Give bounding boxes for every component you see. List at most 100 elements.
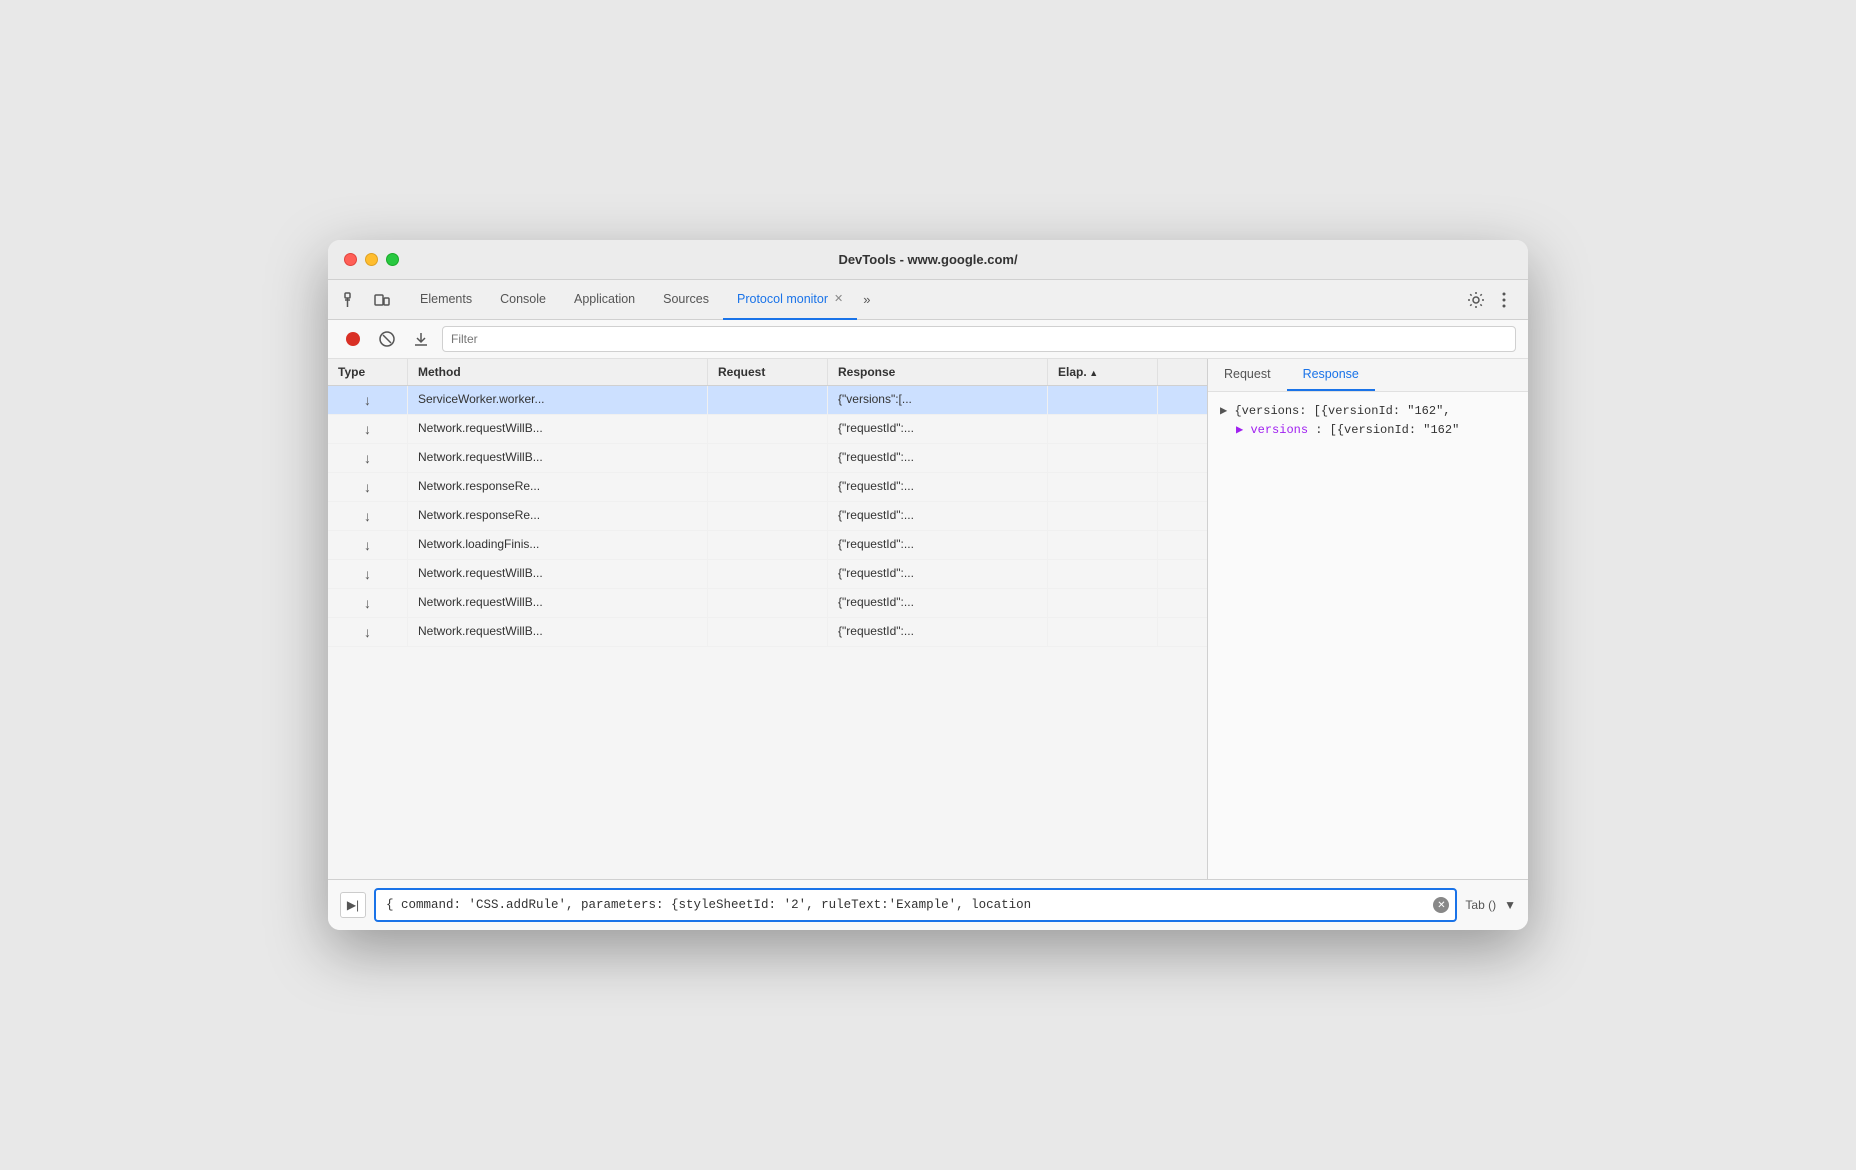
record-button[interactable] bbox=[340, 326, 366, 352]
table-body: ↓ ServiceWorker.worker... {"versions":[.… bbox=[328, 386, 1207, 879]
table-row[interactable]: ↓ Network.responseRe... {"requestId":... bbox=[328, 502, 1207, 531]
tab-more-button[interactable]: » bbox=[857, 280, 876, 320]
row-method: ServiceWorker.worker... bbox=[408, 386, 708, 414]
close-button[interactable] bbox=[344, 253, 357, 266]
action-bar bbox=[328, 320, 1528, 359]
row-method: Network.loadingFinis... bbox=[408, 531, 708, 559]
row-extra bbox=[1158, 589, 1178, 617]
filter-input[interactable] bbox=[442, 326, 1516, 352]
detail-content: ▶ {versions: [{versionId: "162", ▶ versi… bbox=[1208, 392, 1528, 879]
row-method: Network.requestWillB... bbox=[408, 589, 708, 617]
row-response: {"requestId":... bbox=[828, 618, 1048, 646]
expand-arrow-icon[interactable]: ▶ bbox=[1220, 404, 1227, 418]
console-toggle-button[interactable]: ▶| bbox=[340, 892, 366, 918]
detail-line-2: ▶ versions : [{versionId: "162" bbox=[1220, 421, 1516, 440]
tab-complete-hint: Tab () bbox=[1465, 898, 1496, 912]
traffic-lights bbox=[344, 253, 399, 266]
tab-bar: Elements Console Application Sources Pro… bbox=[328, 280, 1528, 320]
col-scrollbar-header bbox=[1158, 359, 1178, 385]
row-elapsed bbox=[1048, 618, 1158, 646]
row-response: {"requestId":... bbox=[828, 415, 1048, 443]
col-elapsed[interactable]: Elap. bbox=[1048, 359, 1158, 385]
row-extra bbox=[1158, 560, 1178, 588]
col-request: Request bbox=[708, 359, 828, 385]
row-method: Network.responseRe... bbox=[408, 502, 708, 530]
row-extra bbox=[1158, 473, 1178, 501]
table-row[interactable]: ↓ Network.loadingFinis... {"requestId":.… bbox=[328, 531, 1207, 560]
tab-elements[interactable]: Elements bbox=[406, 280, 486, 320]
row-elapsed bbox=[1048, 473, 1158, 501]
inspect-element-icon[interactable] bbox=[340, 288, 364, 312]
row-method: Network.requestWillB... bbox=[408, 560, 708, 588]
more-options-icon[interactable] bbox=[1492, 288, 1516, 312]
row-type: ↓ bbox=[328, 415, 408, 443]
maximize-button[interactable] bbox=[386, 253, 399, 266]
row-type: ↓ bbox=[328, 502, 408, 530]
row-extra bbox=[1158, 618, 1178, 646]
row-type: ↓ bbox=[328, 473, 408, 501]
row-extra bbox=[1158, 415, 1178, 443]
detail-panel: Request Response ▶ {versions: [{versionI… bbox=[1208, 359, 1528, 879]
titlebar: DevTools - www.google.com/ bbox=[328, 240, 1528, 280]
table-row[interactable]: ↓ Network.requestWillB... {"requestId":.… bbox=[328, 618, 1207, 647]
col-method: Method bbox=[408, 359, 708, 385]
row-request bbox=[708, 560, 828, 588]
tab-list: Elements Console Application Sources Pro… bbox=[406, 280, 1464, 320]
settings-icon[interactable] bbox=[1464, 288, 1488, 312]
table-row[interactable]: ↓ Network.requestWillB... {"requestId":.… bbox=[328, 589, 1207, 618]
command-input-wrapper: ✕ bbox=[374, 888, 1457, 922]
detail-tab-bar: Request Response bbox=[1208, 359, 1528, 392]
table-row[interactable]: ↓ Network.requestWillB... {"requestId":.… bbox=[328, 560, 1207, 589]
row-method: Network.responseRe... bbox=[408, 473, 708, 501]
clear-button[interactable] bbox=[374, 326, 400, 352]
table-row[interactable]: ↓ Network.responseRe... {"requestId":... bbox=[328, 473, 1207, 502]
row-response: {"requestId":... bbox=[828, 531, 1048, 559]
row-request bbox=[708, 473, 828, 501]
window-title: DevTools - www.google.com/ bbox=[838, 252, 1017, 267]
row-request bbox=[708, 589, 828, 617]
tab-application[interactable]: Application bbox=[560, 280, 649, 320]
row-elapsed bbox=[1048, 444, 1158, 472]
command-input[interactable] bbox=[374, 888, 1457, 922]
row-elapsed bbox=[1048, 531, 1158, 559]
row-elapsed bbox=[1048, 589, 1158, 617]
table-header: Type Method Request Response Elap. bbox=[328, 359, 1207, 386]
row-response: {"requestId":... bbox=[828, 444, 1048, 472]
row-request bbox=[708, 415, 828, 443]
row-elapsed bbox=[1048, 415, 1158, 443]
row-response: {"versions":[... bbox=[828, 386, 1048, 414]
row-response: {"requestId":... bbox=[828, 589, 1048, 617]
col-type: Type bbox=[328, 359, 408, 385]
tab-console[interactable]: Console bbox=[486, 280, 560, 320]
row-type: ↓ bbox=[328, 531, 408, 559]
row-request bbox=[708, 444, 828, 472]
row-response: {"requestId":... bbox=[828, 502, 1048, 530]
tab-close-icon[interactable]: ✕ bbox=[834, 292, 843, 305]
tab-protocol-monitor[interactable]: Protocol monitor ✕ bbox=[723, 280, 857, 320]
tab-response-detail[interactable]: Response bbox=[1287, 359, 1375, 391]
minimize-button[interactable] bbox=[365, 253, 378, 266]
row-elapsed bbox=[1048, 560, 1158, 588]
device-toolbar-icon[interactable] bbox=[370, 288, 394, 312]
col-response: Response bbox=[828, 359, 1048, 385]
toolbar-right bbox=[1464, 288, 1516, 312]
download-button[interactable] bbox=[408, 326, 434, 352]
tab-request-detail[interactable]: Request bbox=[1208, 359, 1287, 391]
row-extra bbox=[1158, 502, 1178, 530]
expand-versions-icon[interactable]: ▶ bbox=[1236, 423, 1243, 437]
command-clear-button[interactable]: ✕ bbox=[1433, 897, 1449, 913]
table-row[interactable]: ↓ Network.requestWillB... {"requestId":.… bbox=[328, 444, 1207, 473]
table-row[interactable]: ↓ Network.requestWillB... {"requestId":.… bbox=[328, 415, 1207, 444]
row-type: ↓ bbox=[328, 560, 408, 588]
toolbar-icons bbox=[340, 288, 394, 312]
row-elapsed bbox=[1048, 502, 1158, 530]
tab-sources[interactable]: Sources bbox=[649, 280, 723, 320]
row-extra bbox=[1158, 444, 1178, 472]
row-method: Network.requestWillB... bbox=[408, 618, 708, 646]
row-method: Network.requestWillB... bbox=[408, 444, 708, 472]
main-content: Type Method Request Response Elap. ↓ Ser… bbox=[328, 359, 1528, 879]
row-method: Network.requestWillB... bbox=[408, 415, 708, 443]
dropdown-arrow-icon[interactable]: ▼ bbox=[1504, 898, 1516, 912]
table-row[interactable]: ↓ ServiceWorker.worker... {"versions":[.… bbox=[328, 386, 1207, 415]
row-type: ↓ bbox=[328, 386, 408, 414]
